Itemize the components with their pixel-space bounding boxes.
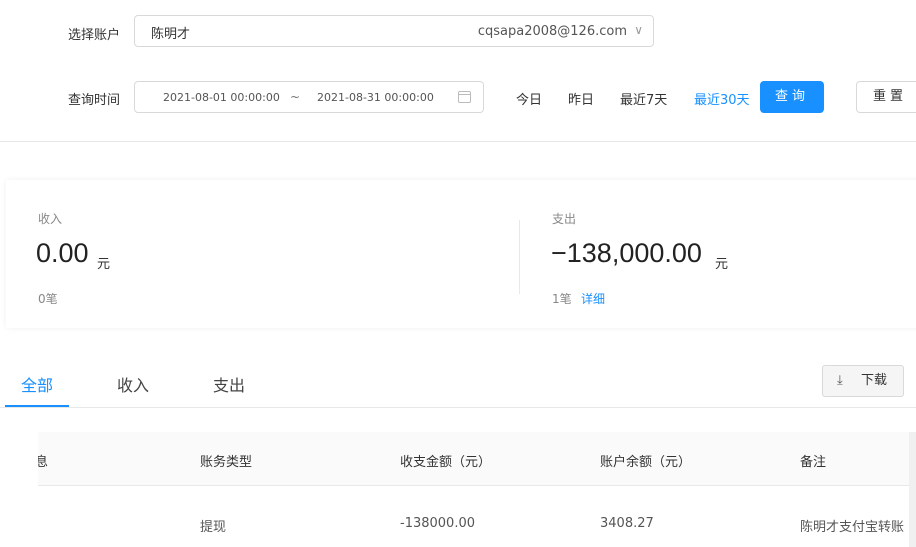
account-select[interactable]: 陈明才 cqsapa2008@126.com ∨ (134, 15, 654, 47)
download-icon: ⤓ (837, 373, 843, 388)
calendar-icon (458, 91, 471, 103)
range-separator: ~ (290, 90, 301, 104)
expense-amount: −138,000.00 (551, 238, 702, 268)
income-unit: 元 (97, 257, 111, 272)
tab-income[interactable]: 收入 (117, 372, 149, 396)
summary-card: 收入 0.00 元 0笔 支出 −138,000.00 元 1笔 详细 (6, 180, 916, 328)
date-range-picker[interactable]: 2021-08-01 00:00:00 ~ 2021-08-31 00:00:0… (134, 81, 484, 113)
quick-range-yesterday[interactable]: 昨日 (568, 89, 594, 108)
tab-expense[interactable]: 支出 (213, 372, 245, 396)
cell-amount: -138000.00 (400, 516, 475, 531)
table-header: 信息 账务类型 收支金额（元） 账户余额（元） 备注 (38, 432, 916, 486)
income-amount: 0.00 (36, 238, 89, 268)
income-count: 0笔 (38, 292, 58, 306)
expense-detail-link[interactable]: 详细 (581, 290, 605, 307)
col-info: 信息 (38, 455, 49, 470)
end-date[interactable]: 2021-08-31 00:00:00 (317, 91, 434, 104)
cell-type: 提现 (200, 520, 227, 535)
col-amount: 收支金额（元） (400, 455, 492, 470)
transactions-table: 信息 账务类型 收支金额（元） 账户余额（元） 备注 提现 -138000.00… (38, 432, 916, 547)
account-email: cqsapa2008@126.com (477, 24, 627, 39)
quick-range-30days[interactable]: 最近30天 (694, 89, 750, 108)
download-button[interactable]: ⤓ 下载 (822, 365, 904, 397)
col-type: 账务类型 (200, 455, 253, 470)
tab-bar: 全部 收入 支出 (0, 352, 916, 408)
chevron-down-icon: ∨ (634, 23, 643, 37)
expense-unit: 元 (715, 257, 729, 272)
tab-ink-bar (5, 405, 69, 407)
start-date[interactable]: 2021-08-01 00:00:00 (163, 91, 280, 104)
query-button[interactable]: 查询 (760, 81, 824, 113)
filter-panel: 选择账户 陈明才 cqsapa2008@126.com ∨ 查询时间 2021-… (0, 0, 916, 142)
income-label: 收入 (38, 212, 63, 226)
download-label: 下载 (861, 373, 888, 388)
account-label: 选择账户 (68, 28, 121, 43)
summary-divider (519, 220, 520, 294)
time-label: 查询时间 (68, 93, 121, 108)
reset-button[interactable]: 重置 (856, 81, 916, 113)
quick-range-7days[interactable]: 最近7天 (620, 89, 667, 108)
table-scrollbar[interactable] (909, 432, 916, 547)
tab-all[interactable]: 全部 (21, 372, 53, 396)
quick-range-today[interactable]: 今日 (516, 89, 542, 108)
expense-count: 1笔 (552, 292, 572, 306)
expense-label: 支出 (552, 212, 577, 226)
cell-remark: 陈明才支付宝转账 (800, 520, 905, 535)
cell-balance: 3408.27 (600, 516, 654, 531)
col-balance: 账户余额（元） (600, 455, 692, 470)
account-name: 陈明才 (151, 27, 191, 42)
col-remark: 备注 (800, 455, 827, 470)
